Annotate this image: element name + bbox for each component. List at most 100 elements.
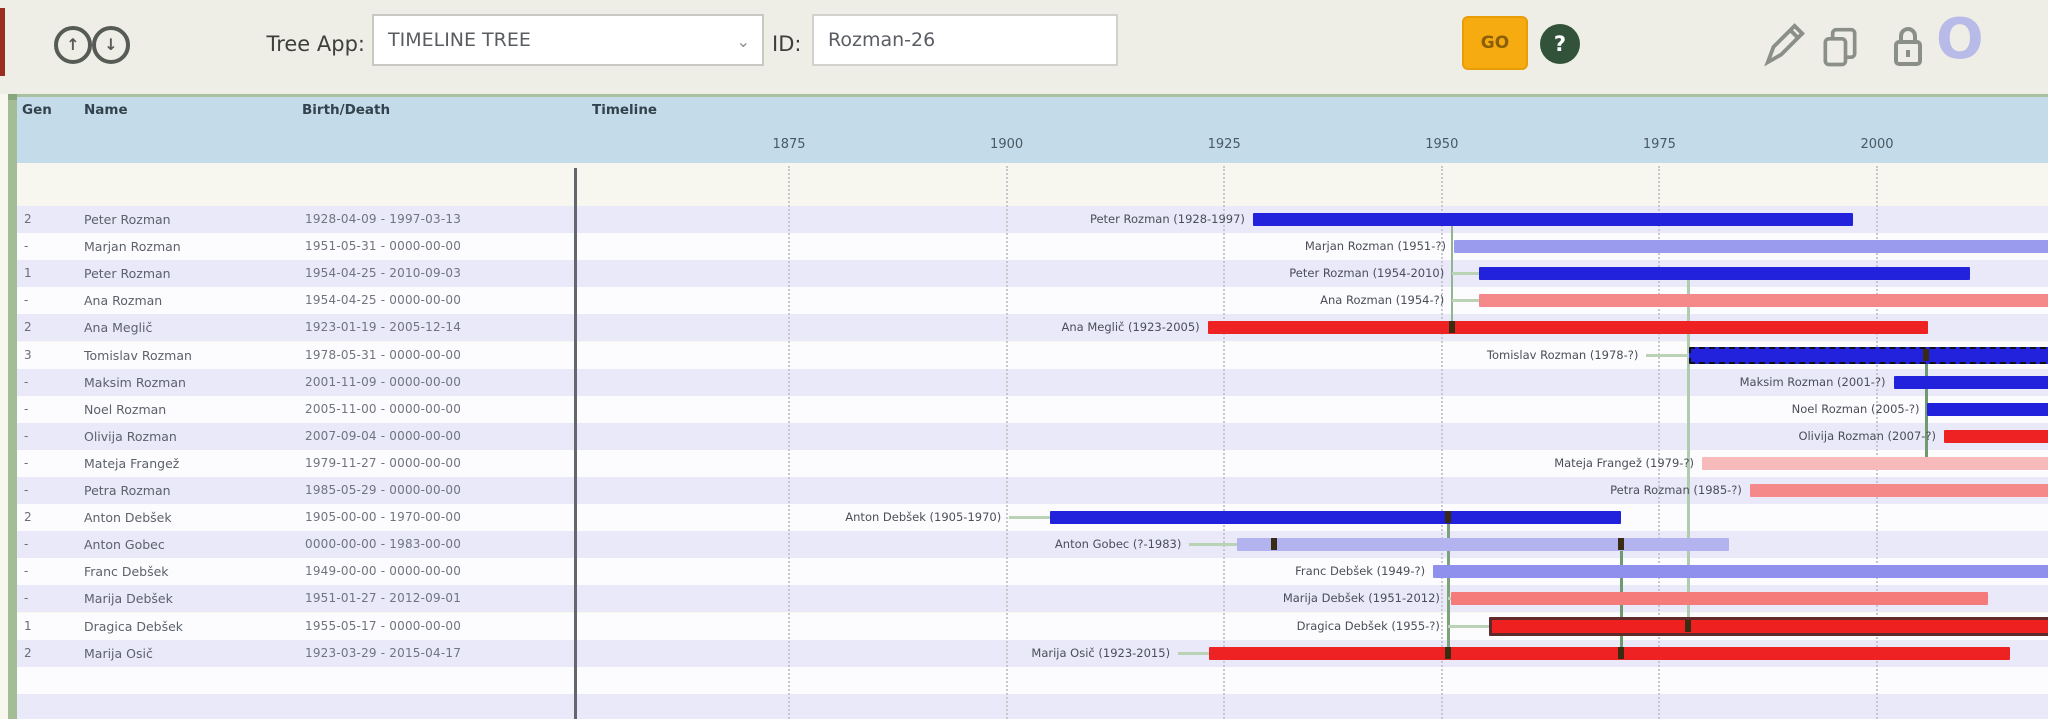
- row-name-cell: Marija Osič: [84, 645, 153, 661]
- bar-lead-line: [1452, 272, 1480, 276]
- row-gen-cell: 2: [24, 510, 32, 525]
- bar-label: Peter Rozman (1928-1997): [1089, 212, 1245, 226]
- row-dates-cell: 1979-11-27 - 0000-00-00: [305, 455, 462, 470]
- row-dates-cell: 2005-11-00 - 0000-00-00: [305, 401, 462, 416]
- row-dates-cell: 1954-04-25 - 2010-09-03: [305, 266, 462, 281]
- row-name-cell: Maksim Rozman: [84, 374, 186, 390]
- bar-lead-line: [1189, 543, 1238, 547]
- event-marker: [1444, 646, 1451, 659]
- row-gen-cell: 2: [24, 212, 32, 226]
- row-name-cell: Peter Rozman: [84, 212, 171, 227]
- row-name-cell: Peter Rozman: [84, 266, 171, 282]
- row-gen-cell: -: [24, 591, 29, 606]
- event-marker: [1922, 348, 1929, 361]
- row-dates-cell: 1955-05-17 - 0000-00-00: [305, 618, 462, 633]
- person-life-bar[interactable]: [1451, 592, 1988, 606]
- row-name-cell: Franc Debšek: [84, 564, 169, 580]
- bar-label: Tomislav Rozman (1978-?): [1486, 347, 1639, 362]
- event-marker: [1444, 511, 1451, 524]
- row-gen-cell: -: [24, 239, 29, 254]
- row-dates-cell: 1954-04-25 - 0000-00-00: [305, 293, 462, 308]
- row-name-cell: Dragica Debšek: [84, 618, 184, 634]
- row-name-cell: Noel Rozman: [84, 401, 167, 417]
- bar-lead-line: [1009, 516, 1051, 520]
- row-name-cell: Olivija Rozman: [84, 428, 177, 444]
- bar-label: Dragica Debšek (1955-?): [1296, 618, 1440, 633]
- bar-label: Marija Osič (1923-2015): [1031, 645, 1171, 660]
- row-gen-cell: -: [24, 564, 29, 579]
- timeline-chart: 2 Peter Rozman 1928-04-09 - 1997-03-13 Pete…: [0, 0, 2048, 719]
- person-life-bar[interactable]: [1252, 213, 1853, 226]
- row-gen-cell: 1: [24, 618, 32, 633]
- axis-gridline: [1005, 166, 1008, 719]
- row-dates-cell: 1951-05-31 - 0000-00-00: [305, 239, 462, 254]
- row-name-cell: Mateja Frangež: [84, 455, 180, 471]
- person-life-bar[interactable]: [1208, 646, 2011, 660]
- bar-label: Olivija Rozman (2007-?): [1798, 428, 1937, 443]
- row-gen-cell: 2: [24, 645, 32, 660]
- bar-label: Franc Debšek (1949-?): [1295, 564, 1426, 579]
- bar-label: Marija Debšek (1951-2012): [1282, 591, 1440, 606]
- row-dates-cell: 1923-01-19 - 2005-12-14: [305, 320, 462, 335]
- bar-label: Marjan Rozman (1951-?): [1304, 239, 1446, 254]
- row-dates-cell: 2007-09-04 - 0000-00-00: [305, 428, 462, 443]
- row-dates-cell: 1985-05-29 - 0000-00-00: [305, 483, 462, 497]
- bar-lead-line: [1178, 651, 1209, 655]
- bar-lead-line: [1452, 299, 1480, 303]
- row-dates-cell: 2001-11-09 - 0000-00-00: [305, 374, 462, 389]
- person-life-bar[interactable]: [1207, 321, 1929, 335]
- bar-label: Mateja Frangež (1979-?): [1554, 455, 1695, 470]
- row-gen-cell: -: [24, 293, 29, 308]
- row-dates-cell: 1905-00-00 - 1970-00-00: [305, 510, 462, 525]
- axis-gridline: [788, 166, 790, 719]
- person-life-bar[interactable]: [1488, 616, 2048, 636]
- row-name-cell: Ana Meglič: [84, 320, 153, 336]
- bar-label: Peter Rozman (1954-2010): [1289, 266, 1445, 281]
- row-name-cell: Marjan Rozman: [84, 239, 181, 255]
- row-name-cell: Marija Debšek: [84, 591, 173, 607]
- row-dates-cell: 1951-01-27 - 2012-09-01: [305, 591, 462, 606]
- row-gen-cell: 2: [24, 320, 32, 335]
- row-gen-cell: -: [24, 537, 29, 552]
- bar-label: Anton Gobec (?-1983): [1054, 537, 1182, 552]
- row-gen-cell: -: [24, 374, 29, 389]
- row-gen-cell: 1: [24, 266, 32, 281]
- person-life-bar[interactable]: [1749, 484, 2048, 497]
- event-marker: [1685, 619, 1692, 632]
- row-name-cell: Petra Rozman: [84, 483, 171, 498]
- row-name-cell: Anton Debšek: [84, 510, 172, 526]
- row-stripe: [17, 666, 2048, 694]
- person-life-bar[interactable]: [1453, 240, 2048, 254]
- event-marker: [1270, 538, 1277, 551]
- person-life-bar[interactable]: [1702, 456, 2048, 470]
- row-name-cell: Anton Gobec: [84, 537, 165, 553]
- event-marker: [1618, 646, 1625, 659]
- person-life-bar[interactable]: [1927, 402, 2048, 416]
- row-dates-cell: 0000-00-00 - 1983-00-00: [305, 537, 462, 552]
- row-stripe: [17, 693, 2048, 719]
- row-gen-cell: -: [24, 428, 29, 443]
- person-life-bar[interactable]: [1479, 294, 2048, 308]
- bar-lead-line: [1646, 353, 1689, 357]
- event-marker: [1449, 321, 1456, 334]
- row-gen-cell: -: [24, 401, 29, 416]
- row-dates-cell: 1978-05-31 - 0000-00-00: [305, 347, 462, 362]
- person-life-bar[interactable]: [1893, 375, 2048, 389]
- row-gen-cell: 3: [24, 347, 32, 362]
- timeline-tree-app: ↑ ↓ Tree App: TIMELINE TREE ⌄ ID: Rozman…: [0, 0, 2048, 719]
- row-name-cell: Ana Rozman: [84, 293, 163, 309]
- person-life-bar[interactable]: [1479, 267, 1971, 281]
- bar-label: Petra Rozman (1985-?): [1610, 483, 1742, 497]
- person-life-bar[interactable]: [1688, 346, 2048, 364]
- person-life-bar[interactable]: [1237, 538, 1730, 552]
- row-dates-cell: 1949-00-00 - 0000-00-00: [305, 564, 462, 579]
- person-life-bar[interactable]: [1433, 565, 2048, 579]
- row-gen-cell: -: [24, 455, 29, 470]
- person-life-bar[interactable]: [1944, 429, 2048, 443]
- bar-lead-line: [1447, 624, 1489, 628]
- person-life-bar[interactable]: [1050, 511, 1622, 525]
- row-name-cell: Tomislav Rozman: [84, 347, 192, 363]
- bar-label: Ana Meglič (1923-2005): [1061, 320, 1200, 335]
- row-gen-cell: -: [24, 483, 29, 497]
- row-dates-cell: 1923-03-29 - 2015-04-17: [305, 645, 462, 660]
